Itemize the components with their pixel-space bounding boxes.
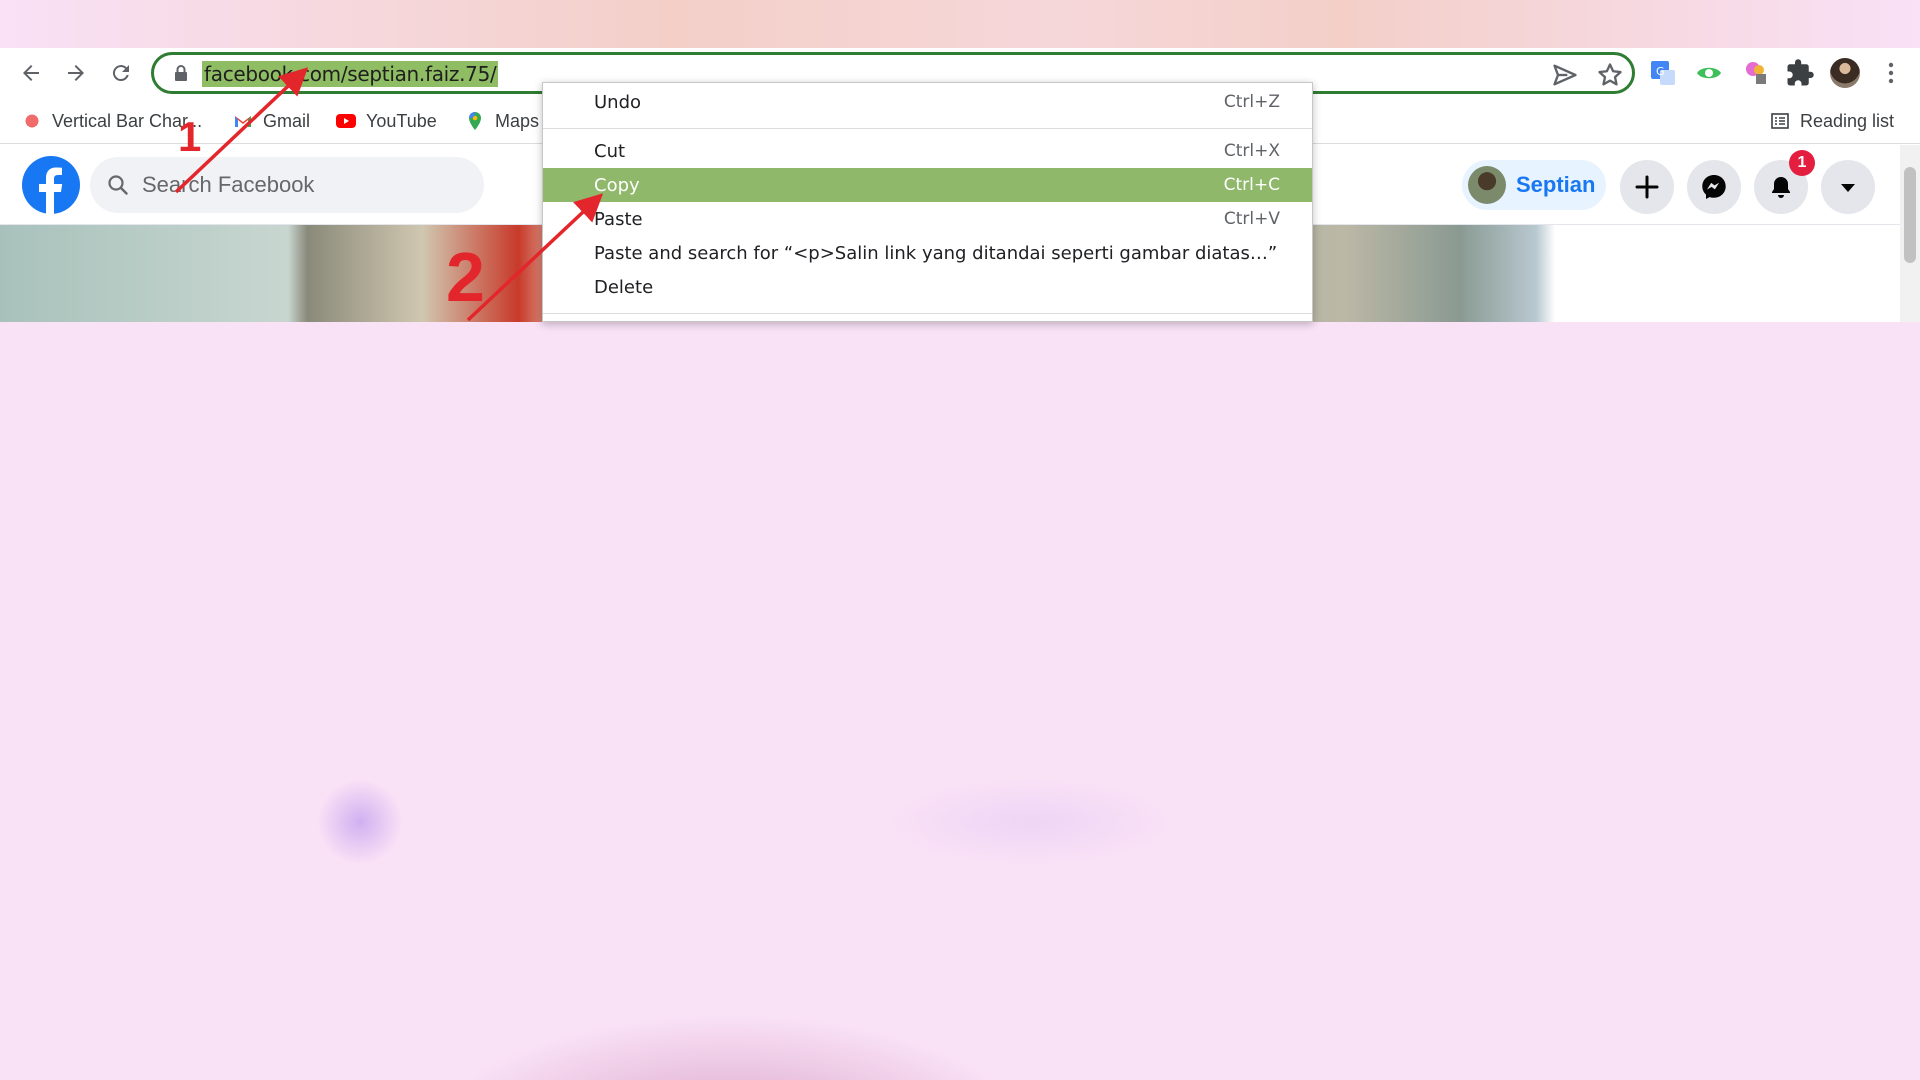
reload-icon	[112, 65, 129, 82]
bookmark-gmail[interactable]: Gmail	[233, 108, 310, 134]
profile-avatar[interactable]	[1830, 58, 1860, 88]
menu-item-shortcut: Ctrl+C	[1223, 175, 1280, 195]
bookmark-label: YouTube	[366, 110, 437, 131]
menu-item-label: Paste	[594, 208, 643, 230]
menu-item-label: Copy	[594, 174, 640, 196]
search-icon	[108, 175, 128, 195]
menu-item-label: Paste and search for “<p>Salin link yang…	[594, 242, 1278, 264]
facebook-f-icon	[39, 167, 63, 214]
page-scrollbar[interactable]	[1900, 145, 1920, 322]
forward-arrow-icon	[68, 65, 84, 81]
blurred-page-background	[0, 322, 1920, 1080]
avatar	[1468, 166, 1506, 204]
maps-icon	[469, 112, 481, 130]
reading-list-label: Reading list	[1800, 110, 1895, 131]
back-button[interactable]	[16, 58, 46, 88]
menu-item-shortcut: Ctrl+V	[1223, 209, 1280, 229]
reading-list-icon	[1771, 113, 1789, 129]
menu-item-shortcut: Ctrl+Z	[1223, 92, 1280, 112]
bookmark-maps[interactable]: Maps	[465, 108, 539, 134]
back-arrow-icon	[23, 65, 39, 81]
svg-text:G: G	[1656, 65, 1665, 78]
reload-button[interactable]	[106, 58, 136, 88]
facebook-logo[interactable]	[22, 156, 80, 214]
bookmark-star-icon[interactable]	[1596, 61, 1624, 89]
url-text-selected[interactable]: facebook.com/septian.faiz.75/	[202, 61, 499, 87]
create-button[interactable]	[1620, 160, 1674, 214]
lock-icon	[175, 65, 187, 81]
plus-icon	[1635, 175, 1659, 199]
reading-list-button[interactable]: Reading list	[1770, 108, 1894, 134]
facebook-search-box[interactable]: Search Facebook	[90, 157, 484, 213]
extension-color-icon[interactable]	[1742, 58, 1772, 88]
menu-item-label: Undo	[594, 91, 642, 113]
google-translate-icon[interactable]: G	[1648, 58, 1678, 88]
bookmark-youtube[interactable]: YouTube	[336, 108, 437, 134]
extension-eye-icon[interactable]	[1694, 58, 1724, 88]
bell-icon	[1772, 177, 1790, 198]
send-tab-icon[interactable]	[1551, 61, 1579, 89]
extensions-puzzle-icon[interactable]	[1785, 58, 1815, 88]
more-menu-icon[interactable]	[1876, 58, 1906, 88]
context-menu: Undo Ctrl+Z Cut Ctrl+X Copy Ctrl+C Paste…	[542, 82, 1313, 322]
bookmark-label: Vertical Bar Char...	[52, 110, 203, 131]
menu-item-undo[interactable]: Undo Ctrl+Z	[543, 85, 1312, 119]
messenger-button[interactable]	[1687, 160, 1741, 214]
profile-shortcut-button[interactable]: Septian	[1462, 160, 1606, 210]
youtube-icon	[336, 114, 356, 128]
menu-item-label: Delete	[594, 276, 654, 298]
caret-down-icon	[1841, 184, 1855, 192]
messenger-icon	[1702, 175, 1726, 199]
menu-item-paste[interactable]: Paste Ctrl+V	[543, 202, 1312, 236]
account-menu-button[interactable]	[1821, 160, 1875, 214]
forward-button[interactable]	[61, 58, 91, 88]
menu-item-paste-and-search[interactable]: Paste and search for “<p>Salin link yang…	[543, 236, 1312, 270]
menu-item-delete[interactable]: Delete	[543, 270, 1312, 304]
menu-item-cut[interactable]: Cut Ctrl+X	[543, 134, 1312, 168]
menu-item-shortcut: Ctrl+X	[1223, 141, 1280, 161]
notification-badge: 1	[1789, 150, 1815, 176]
search-placeholder: Search Facebook	[142, 172, 315, 197]
scrollbar-thumb[interactable]	[1904, 167, 1916, 263]
profile-name: Septian	[1516, 172, 1596, 197]
bookmark-label: Gmail	[263, 110, 311, 131]
bookmark-label: Maps	[495, 110, 540, 131]
bar-chart-favicon-icon	[22, 111, 42, 131]
menu-item-label: Cut	[594, 140, 626, 162]
gmail-icon	[235, 116, 251, 127]
menu-item-copy[interactable]: Copy Ctrl+C	[543, 168, 1312, 202]
menu-separator	[543, 313, 1312, 314]
menu-separator	[543, 128, 1312, 129]
bookmark-vertical-bar-chart[interactable]: Vertical Bar Char...	[22, 108, 202, 134]
blurred-top-background	[0, 0, 1920, 48]
